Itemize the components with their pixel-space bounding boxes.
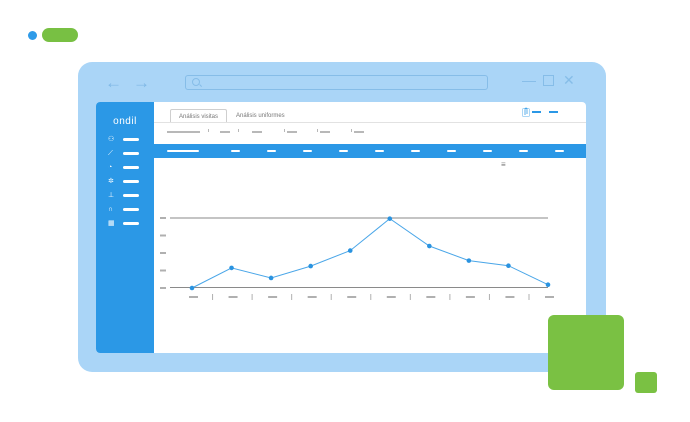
filter-placeholder[interactable] bbox=[167, 131, 200, 133]
header-cell-placeholder bbox=[519, 150, 528, 152]
gauge-icon: ◔ bbox=[108, 164, 113, 171]
data-point bbox=[268, 275, 274, 281]
y-tick-label-placeholder bbox=[160, 269, 166, 272]
x-tick-label-placeholder bbox=[545, 296, 554, 298]
x-tick-label-placeholder bbox=[386, 296, 396, 298]
header-cell-placeholder bbox=[231, 150, 240, 152]
app-logo: ondil bbox=[113, 116, 137, 127]
decor-green-square bbox=[548, 315, 624, 390]
sidebar-item-label-placeholder bbox=[123, 194, 139, 197]
calendar-icon: ▦ bbox=[108, 220, 115, 227]
header-cell-placeholder bbox=[447, 150, 456, 152]
x-tick-label-placeholder bbox=[268, 296, 278, 298]
data-point bbox=[347, 248, 353, 253]
gear-icon: ✲ bbox=[108, 178, 114, 185]
x-tick-label-placeholder bbox=[189, 296, 198, 298]
x-tick-label-placeholder bbox=[228, 296, 238, 298]
trend-icon: ⟋ bbox=[108, 150, 113, 157]
x-tick-label-placeholder bbox=[347, 296, 357, 298]
x-tick-label-placeholder bbox=[505, 296, 515, 298]
sidebar-item-label-placeholder bbox=[123, 166, 139, 169]
line-chart bbox=[160, 216, 554, 300]
close-icon[interactable]: ✕ bbox=[563, 72, 575, 88]
header-cell-placeholder bbox=[555, 150, 564, 152]
menu-icon[interactable]: ≡ bbox=[501, 161, 506, 169]
sidebar-item-reports[interactable]: ⊥ bbox=[108, 192, 144, 200]
toolbar-dash-placeholder[interactable] bbox=[549, 111, 558, 113]
toolbar-dash-placeholder[interactable] bbox=[532, 111, 541, 113]
header-cell-placeholder bbox=[167, 150, 199, 152]
tab-analisis-visitas[interactable]: Análisis visitas bbox=[170, 109, 228, 123]
data-point bbox=[229, 265, 234, 271]
table-header-row bbox=[154, 144, 586, 158]
sidebar-item-trends[interactable]: ⟋ bbox=[108, 150, 144, 158]
decor-green-small-square bbox=[635, 372, 657, 393]
app-viewport: ondil ⚇ ⟋ ◔ ✲ ⊥ ∩ ▦ Análisis visitas Aná… bbox=[96, 102, 586, 353]
sidebar-item-label-placeholder bbox=[123, 138, 139, 141]
x-tick-label-placeholder bbox=[307, 296, 317, 298]
data-point bbox=[545, 282, 551, 288]
data-point bbox=[308, 263, 313, 269]
filter-placeholder[interactable] bbox=[252, 131, 262, 133]
filter-tick bbox=[238, 129, 239, 132]
y-tick-label-placeholder bbox=[160, 252, 166, 254]
tab-divider bbox=[154, 122, 586, 123]
filter-placeholder[interactable] bbox=[220, 131, 230, 133]
bar-chart-icon: ⊥ bbox=[108, 192, 115, 199]
data-point bbox=[466, 258, 472, 263]
y-tick-label-placeholder bbox=[160, 234, 166, 237]
search-icon bbox=[192, 78, 200, 86]
sidebar-item-label-placeholder bbox=[123, 180, 139, 183]
minimize-icon[interactable]: — bbox=[522, 72, 536, 88]
filter-tick bbox=[317, 129, 318, 132]
decor-green-pill bbox=[42, 28, 78, 42]
filter-placeholder[interactable] bbox=[287, 131, 297, 133]
arrow-right-icon[interactable]: → bbox=[133, 74, 150, 92]
header-cell-placeholder bbox=[375, 150, 384, 152]
x-tick-label-placeholder bbox=[426, 296, 436, 298]
series-line bbox=[191, 218, 549, 289]
data-point bbox=[506, 263, 511, 269]
header-cell-placeholder bbox=[411, 150, 420, 152]
filter-placeholder[interactable] bbox=[320, 131, 330, 133]
header-cell-placeholder bbox=[267, 150, 276, 152]
filter-tick bbox=[208, 129, 209, 132]
header-cell-placeholder bbox=[339, 150, 348, 152]
header-cell-placeholder bbox=[483, 150, 492, 152]
y-tick-label-placeholder bbox=[160, 217, 166, 219]
sidebar: ondil ⚇ ⟋ ◔ ✲ ⊥ ∩ ▦ bbox=[96, 102, 154, 353]
data-point bbox=[427, 243, 432, 249]
address-bar[interactable] bbox=[185, 75, 488, 90]
sidebar-item-support[interactable]: ∩ bbox=[108, 206, 144, 214]
maximize-icon[interactable] bbox=[543, 75, 554, 86]
data-point bbox=[387, 216, 393, 221]
arrow-left-icon[interactable]: ← bbox=[105, 74, 122, 92]
illustration-stage: ← → — ✕ ondil ⚇ ⟋ ◔ ✲ ⊥ ∩ ▦ Análisis vis… bbox=[0, 0, 690, 422]
header-cell-placeholder bbox=[303, 150, 312, 152]
sidebar-item-settings[interactable]: ✲ bbox=[108, 178, 144, 186]
filter-placeholder[interactable] bbox=[354, 131, 364, 133]
filter-tick bbox=[351, 129, 352, 132]
clipboard-icon[interactable]: 📋︎ bbox=[520, 107, 531, 117]
sidebar-item-label-placeholder bbox=[123, 222, 139, 225]
filter-tick bbox=[284, 129, 285, 132]
headset-icon: ∩ bbox=[108, 206, 114, 213]
sidebar-item-gauge[interactable]: ◔ bbox=[108, 164, 144, 172]
browser-window: ← → — ✕ ondil ⚇ ⟋ ◔ ✲ ⊥ ∩ ▦ Análisis vis… bbox=[78, 62, 606, 372]
decor-blue-dot bbox=[28, 31, 37, 40]
sidebar-item-calendar[interactable]: ▦ bbox=[108, 220, 144, 228]
sidebar-item-label-placeholder bbox=[123, 208, 139, 211]
sidebar-item-label-placeholder bbox=[123, 152, 139, 155]
sidebar-item-users[interactable]: ⚇ bbox=[108, 136, 144, 144]
x-tick-label-placeholder bbox=[465, 296, 475, 298]
data-point bbox=[189, 285, 195, 291]
y-tick-label-placeholder bbox=[160, 287, 166, 289]
users-icon: ⚇ bbox=[108, 136, 115, 143]
tab-analisis-uniformes[interactable]: Análisis uniformes bbox=[228, 109, 293, 123]
